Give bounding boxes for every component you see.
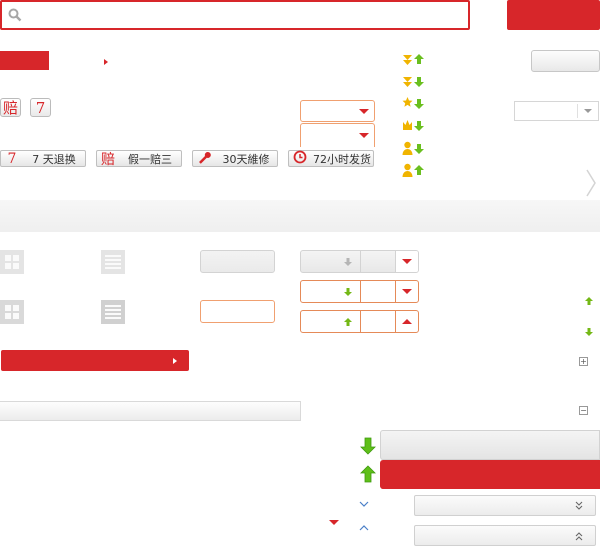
tab-panel-active[interactable]	[380, 460, 600, 489]
dropdown-arrow-icon	[359, 133, 369, 138]
red-action-bar[interactable]	[1, 350, 189, 371]
big-arrow-down-icon[interactable]	[360, 437, 376, 455]
sort-group-default[interactable]	[300, 250, 419, 273]
sort-field[interactable]	[301, 311, 361, 332]
list-view-icon[interactable]	[101, 250, 125, 274]
user-down-icon	[402, 141, 424, 155]
grid-view-icon[interactable]	[0, 250, 24, 274]
star-down-icon	[402, 97, 424, 109]
orange-select-2[interactable]	[300, 123, 375, 147]
arrow-down-icon	[343, 257, 352, 266]
search-button[interactable]	[507, 0, 600, 30]
sort-toggle[interactable]	[396, 311, 418, 332]
service-fake-compensate[interactable]: 赔 假一赔三	[96, 150, 182, 168]
search-icon	[8, 8, 22, 22]
collapse-minus-icon[interactable]: −	[579, 406, 588, 415]
dropdown-arrow-up-icon	[402, 319, 413, 324]
service-label: 7 天退换	[32, 152, 76, 166]
sort-group-desc[interactable]	[300, 280, 419, 303]
credit-level-icons	[402, 52, 428, 178]
service-label: 72小时发货	[313, 152, 371, 166]
section-band	[0, 200, 600, 232]
sort-field[interactable]	[301, 251, 361, 272]
tab-panel-inactive[interactable]	[380, 430, 600, 460]
orange-select-1[interactable]	[300, 100, 375, 122]
compensation-badge-label: 赔	[2, 99, 18, 117]
arrow-up-icon[interactable]	[584, 296, 594, 306]
diamond-down-icon	[403, 77, 424, 87]
diamond-up-icon	[403, 54, 424, 65]
big-arrow-up-icon[interactable]	[360, 465, 376, 483]
sort-value[interactable]	[361, 251, 397, 272]
compensation-icon: 赔	[101, 151, 115, 168]
user-up-icon	[402, 163, 424, 177]
price-input-disabled[interactable]	[200, 250, 275, 273]
crown-down-icon	[403, 120, 424, 131]
chevron-down-icon[interactable]	[358, 500, 370, 508]
search-field[interactable]	[28, 6, 458, 24]
search-input[interactable]	[0, 0, 470, 30]
double-chevron-up-icon	[575, 532, 583, 541]
caret-right-icon[interactable]	[104, 59, 108, 65]
service-72h-ship[interactable]: 72小时发货	[288, 150, 374, 167]
service-label: 30天維修	[222, 152, 270, 166]
dropdown-arrow-icon	[584, 109, 592, 113]
list-view-icon-active[interactable]	[101, 300, 125, 324]
dropdown-arrow-icon	[402, 289, 413, 294]
compensation-badge: 赔	[0, 98, 21, 117]
select-divider	[577, 104, 578, 118]
gray-header-bar	[0, 401, 301, 421]
expand-plus-icon[interactable]: +	[579, 357, 588, 366]
expand-dropdown[interactable]	[414, 495, 596, 516]
seven-day-return-badge: 7	[30, 98, 51, 117]
sort-toggle[interactable]	[396, 281, 418, 302]
sort-field[interactable]	[301, 281, 361, 302]
wrench-icon	[193, 150, 215, 168]
gray-select[interactable]	[514, 101, 599, 121]
sort-group-asc[interactable]	[300, 310, 419, 333]
seven-day-badge-label: 7	[35, 98, 46, 117]
arrow-up-icon	[343, 317, 352, 326]
price-input-focused[interactable]	[200, 300, 275, 323]
double-chevron-down-icon	[575, 501, 583, 510]
caret-right-icon	[173, 358, 177, 364]
sort-value[interactable]	[361, 311, 397, 332]
chevron-up-icon[interactable]	[358, 524, 370, 532]
grid-view-icon-active[interactable]	[0, 300, 24, 324]
service-30day-repair[interactable]: 30天維修	[192, 150, 278, 167]
sort-toggle[interactable]	[396, 251, 418, 272]
gray-button[interactable]	[531, 50, 600, 72]
collapse-dropdown[interactable]	[414, 525, 596, 546]
clock-icon	[289, 150, 311, 168]
seven-icon: 7	[7, 150, 17, 167]
dropdown-arrow-icon	[359, 109, 369, 114]
service-label: 假一赔三	[128, 152, 172, 166]
arrow-down-icon[interactable]	[584, 327, 594, 337]
dropdown-arrow-icon[interactable]	[329, 520, 339, 525]
service-7day-return[interactable]: 7 7 天退换	[0, 150, 86, 167]
category-tab-active[interactable]	[0, 51, 49, 70]
dropdown-arrow-icon	[402, 259, 413, 264]
arrow-down-icon	[343, 287, 352, 296]
carousel-next-icon[interactable]	[585, 168, 597, 198]
sort-value[interactable]	[361, 281, 397, 302]
